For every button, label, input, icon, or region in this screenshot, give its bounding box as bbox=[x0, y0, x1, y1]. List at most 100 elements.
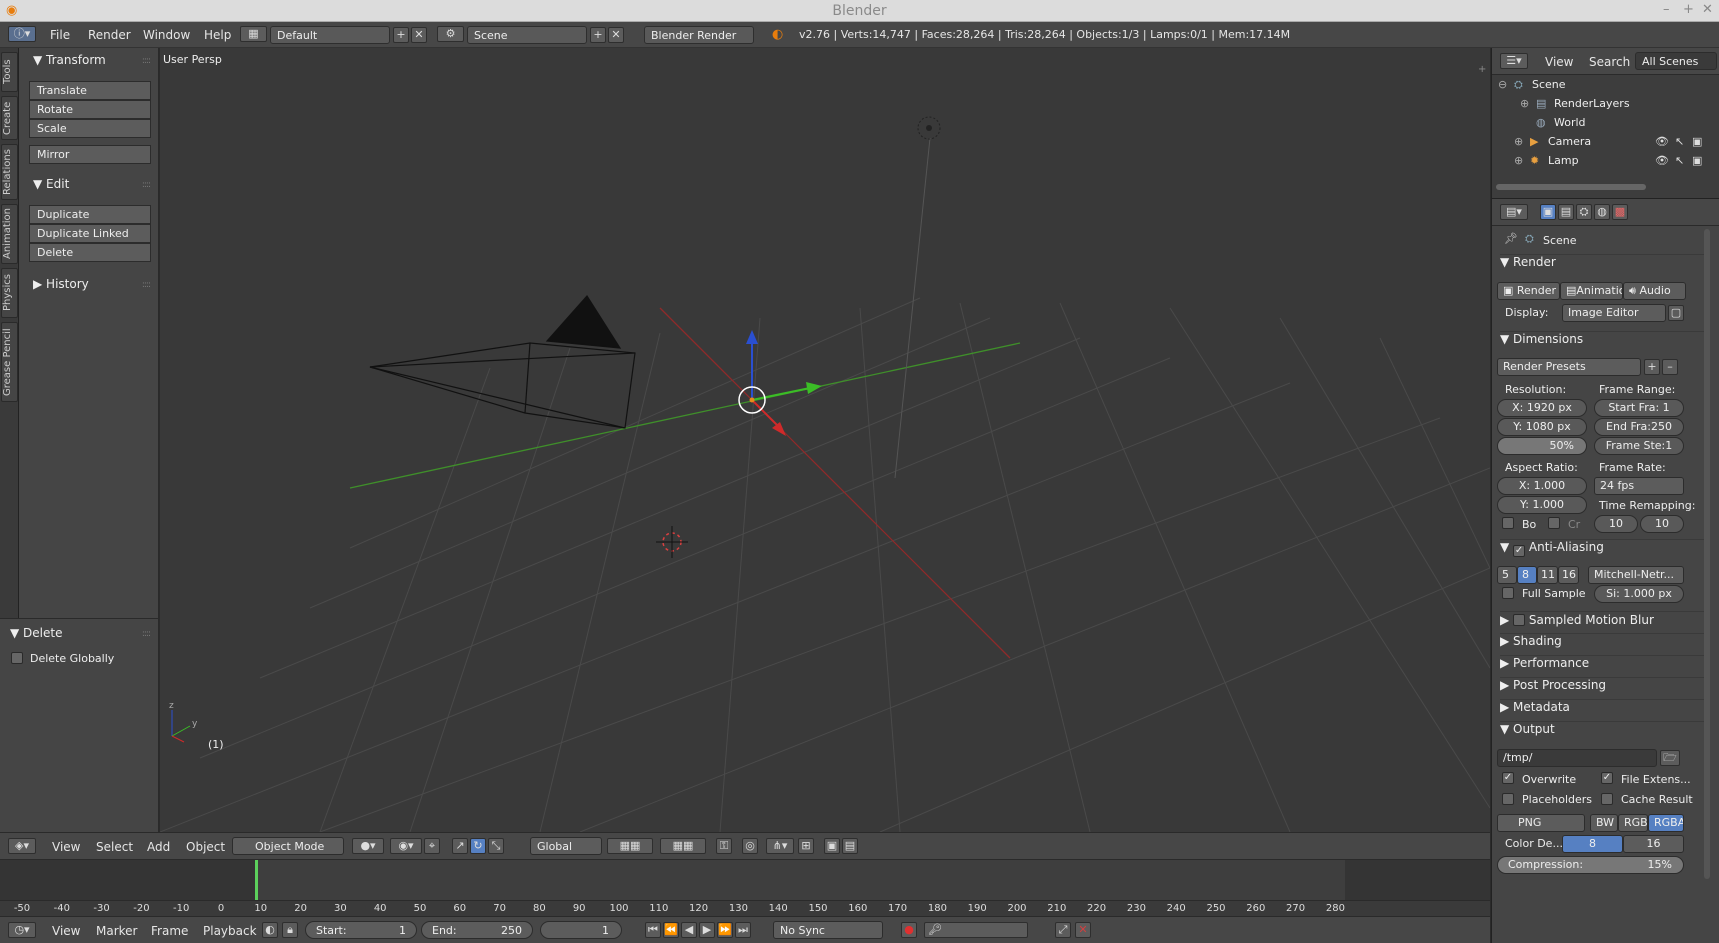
scene-tab-icon[interactable]: ⛭ bbox=[1576, 204, 1592, 220]
jump-keyframe-back-icon[interactable]: ⏪ bbox=[663, 922, 679, 938]
outliner-row-renderlayers[interactable]: ⊕ ▤ RenderLayers bbox=[1492, 97, 1704, 116]
scene-icon[interactable]: ⚙ bbox=[437, 26, 464, 42]
tab-relations[interactable]: Relations bbox=[1, 144, 18, 200]
rotate-manipulator-icon[interactable]: ↻ bbox=[470, 838, 486, 854]
range-icon[interactable]: ◐ bbox=[262, 922, 278, 938]
menu-view[interactable]: View bbox=[52, 840, 80, 854]
outliner-row-world[interactable]: ◍ World bbox=[1492, 116, 1704, 135]
tab-create[interactable]: Create bbox=[1, 96, 18, 140]
timeline-area[interactable]: -50 -40 -30 -20 -10 0 10 20 30 40 50 60 70 80 90 100 110… bbox=[0, 859, 1490, 917]
translate-manipulator-icon[interactable]: ↗ bbox=[452, 838, 468, 854]
translate-button[interactable]: Translate bbox=[29, 81, 151, 100]
manipulator-toggle-icon[interactable]: ⌖ bbox=[424, 838, 440, 854]
lock-interface-icon[interactable]: ▢ bbox=[1668, 305, 1684, 321]
color-mode-rgb[interactable]: RGB bbox=[1618, 814, 1648, 832]
render-layers-tab-icon[interactable]: ▤ bbox=[1558, 204, 1574, 220]
object-mode-select[interactable]: Object Mode bbox=[232, 837, 344, 855]
mirror-button[interactable]: Mirror bbox=[29, 145, 151, 164]
timeline-editor-icon[interactable]: ◷▾ bbox=[8, 922, 36, 938]
resolution-x-field[interactable]: X: 1920 px bbox=[1497, 399, 1587, 417]
post-processing-panel-header[interactable]: ▶ Post Processing bbox=[1500, 677, 1705, 699]
metadata-panel-header[interactable]: ▶ Metadata bbox=[1500, 699, 1705, 721]
aa-samples-16[interactable]: 16 bbox=[1558, 566, 1579, 584]
frame-rate-select[interactable]: 24 fps bbox=[1594, 477, 1684, 495]
remove-layout-icon[interactable]: ✕ bbox=[411, 27, 427, 43]
expand-icon[interactable]: ⊕ bbox=[1514, 135, 1523, 148]
tab-physics[interactable]: Physics bbox=[1, 268, 18, 318]
minimize-icon[interactable]: – bbox=[1663, 2, 1670, 17]
aa-samples-5[interactable]: 5 bbox=[1497, 566, 1517, 584]
outliner-scrollbar[interactable] bbox=[1496, 184, 1646, 190]
jump-keyframe-forward-icon[interactable]: ⏩ bbox=[717, 922, 733, 938]
insert-keyframe-icon[interactable]: ⤢ bbox=[1055, 922, 1071, 938]
timeline-ruler[interactable]: -50 -40 -30 -20 -10 0 10 20 30 40 50 60 70 80 90 100 110… bbox=[0, 900, 1490, 917]
visibility-eye-icon[interactable]: 👁︎ bbox=[1655, 154, 1669, 167]
anti-aliasing-checkbox[interactable]: ✓ bbox=[1513, 545, 1526, 557]
outliner-menu-view[interactable]: View bbox=[1545, 55, 1573, 69]
select-arrow-icon[interactable]: ↖ bbox=[1675, 135, 1684, 148]
frame-step-field[interactable]: Frame Ste:1 bbox=[1594, 437, 1684, 455]
tab-grease-pencil[interactable]: Grease Pencil bbox=[1, 322, 18, 402]
menu-file[interactable]: File bbox=[50, 28, 70, 42]
sidebar-toggle-icon[interactable]: + bbox=[1478, 64, 1486, 75]
end-frame-field[interactable]: End: 250 bbox=[421, 921, 533, 939]
properties-scrollbar[interactable] bbox=[1704, 229, 1710, 879]
render-tab-icon[interactable]: ▣ bbox=[1540, 204, 1556, 220]
duplicate-button[interactable]: Duplicate bbox=[29, 205, 151, 224]
info-editor-icon[interactable]: ⓘ▾ bbox=[8, 26, 36, 42]
layout-field[interactable]: Default bbox=[270, 26, 390, 44]
color-depth-16[interactable]: 16 bbox=[1623, 835, 1684, 853]
compression-slider[interactable]: Compression: 15% bbox=[1497, 856, 1684, 874]
render-engine-select[interactable]: Blender Render bbox=[644, 26, 754, 44]
cache-result-checkbox[interactable] bbox=[1601, 793, 1613, 805]
pivot-point-icon[interactable]: ◉▾ bbox=[390, 838, 422, 854]
render-camera-icon[interactable]: ▣ bbox=[1692, 154, 1702, 167]
sync-mode-select[interactable]: No Sync bbox=[773, 921, 883, 939]
play-icon[interactable]: ▶ bbox=[699, 922, 715, 938]
panel-grip-icon[interactable]: :::: bbox=[142, 56, 151, 66]
aspect-x-field[interactable]: X: 1.000 bbox=[1497, 477, 1587, 495]
object-tab-icon[interactable]: ▩ bbox=[1612, 204, 1628, 220]
3d-viewport[interactable]: z y User Persp (1) + bbox=[160, 48, 1490, 832]
resolution-percentage-field[interactable]: 50% bbox=[1497, 437, 1587, 455]
frame-end-field[interactable]: End Fra:250 bbox=[1594, 418, 1684, 436]
lock-range-icon[interactable]: 🔒︎ bbox=[282, 922, 298, 938]
outliner-editor-icon[interactable]: ☰▾ bbox=[1500, 53, 1528, 69]
transform-panel-header[interactable]: ▼ Transform bbox=[33, 53, 106, 67]
border-checkbox[interactable] bbox=[1502, 517, 1514, 529]
maximize-icon[interactable]: + bbox=[1683, 2, 1694, 17]
snap-target-icon[interactable]: ⊞ bbox=[798, 838, 814, 854]
tab-tools[interactable]: Tools bbox=[1, 52, 18, 92]
aa-samples-11[interactable]: 11 bbox=[1537, 566, 1558, 584]
outliner-row-lamp[interactable]: ⊕ ✹ Lamp 👁︎ ↖ ▣ bbox=[1492, 154, 1704, 173]
delete-button[interactable]: Delete bbox=[29, 243, 151, 262]
aa-size-field[interactable]: Si: 1.000 px bbox=[1594, 585, 1684, 603]
render-panel-header[interactable]: ▼ Render bbox=[1500, 254, 1705, 276]
close-icon[interactable]: ✕ bbox=[1702, 2, 1713, 17]
select-arrow-icon[interactable]: ↖ bbox=[1675, 154, 1684, 167]
file-browser-icon[interactable]: 🗁︎ bbox=[1660, 750, 1680, 766]
output-path-field[interactable]: /tmp/ bbox=[1497, 749, 1657, 767]
render-animation-icon[interactable]: ▤ bbox=[842, 838, 858, 854]
editor-type-icon[interactable]: ◈▾ bbox=[8, 838, 36, 854]
expand-icon[interactable]: ⊕ bbox=[1514, 154, 1523, 167]
resolution-y-field[interactable]: Y: 1080 px bbox=[1497, 418, 1587, 436]
menu-window[interactable]: Window bbox=[143, 28, 190, 42]
menu-add[interactable]: Add bbox=[147, 840, 170, 854]
output-panel-header[interactable]: ▼ Output bbox=[1500, 721, 1705, 743]
outliner-row-scene[interactable]: ⊖ ⛭ Scene bbox=[1492, 78, 1704, 97]
color-depth-8[interactable]: 8 bbox=[1562, 835, 1623, 853]
add-layout-icon[interactable]: + bbox=[393, 27, 409, 43]
play-reverse-icon[interactable]: ◀ bbox=[681, 922, 697, 938]
remap-new-field[interactable]: 10 bbox=[1640, 515, 1684, 533]
aspect-y-field[interactable]: Y: 1.000 bbox=[1497, 496, 1587, 514]
shading-panel-header[interactable]: ▶ Shading bbox=[1500, 633, 1705, 655]
collapse-icon[interactable]: ⊖ bbox=[1498, 78, 1507, 91]
keying-set-field[interactable]: 🔑︎ bbox=[924, 922, 1028, 938]
outliner-row-camera[interactable]: ⊕ ▶ Camera 👁︎ ↖ ▣ bbox=[1492, 135, 1704, 154]
layer-lock-icon[interactable]: ⚿ bbox=[716, 838, 732, 854]
menu-object[interactable]: Object bbox=[186, 840, 225, 854]
add-preset-icon[interactable]: + bbox=[1644, 359, 1660, 375]
record-icon[interactable]: ● bbox=[901, 922, 917, 938]
frame-start-field[interactable]: Start Fra: 1 bbox=[1594, 399, 1684, 417]
